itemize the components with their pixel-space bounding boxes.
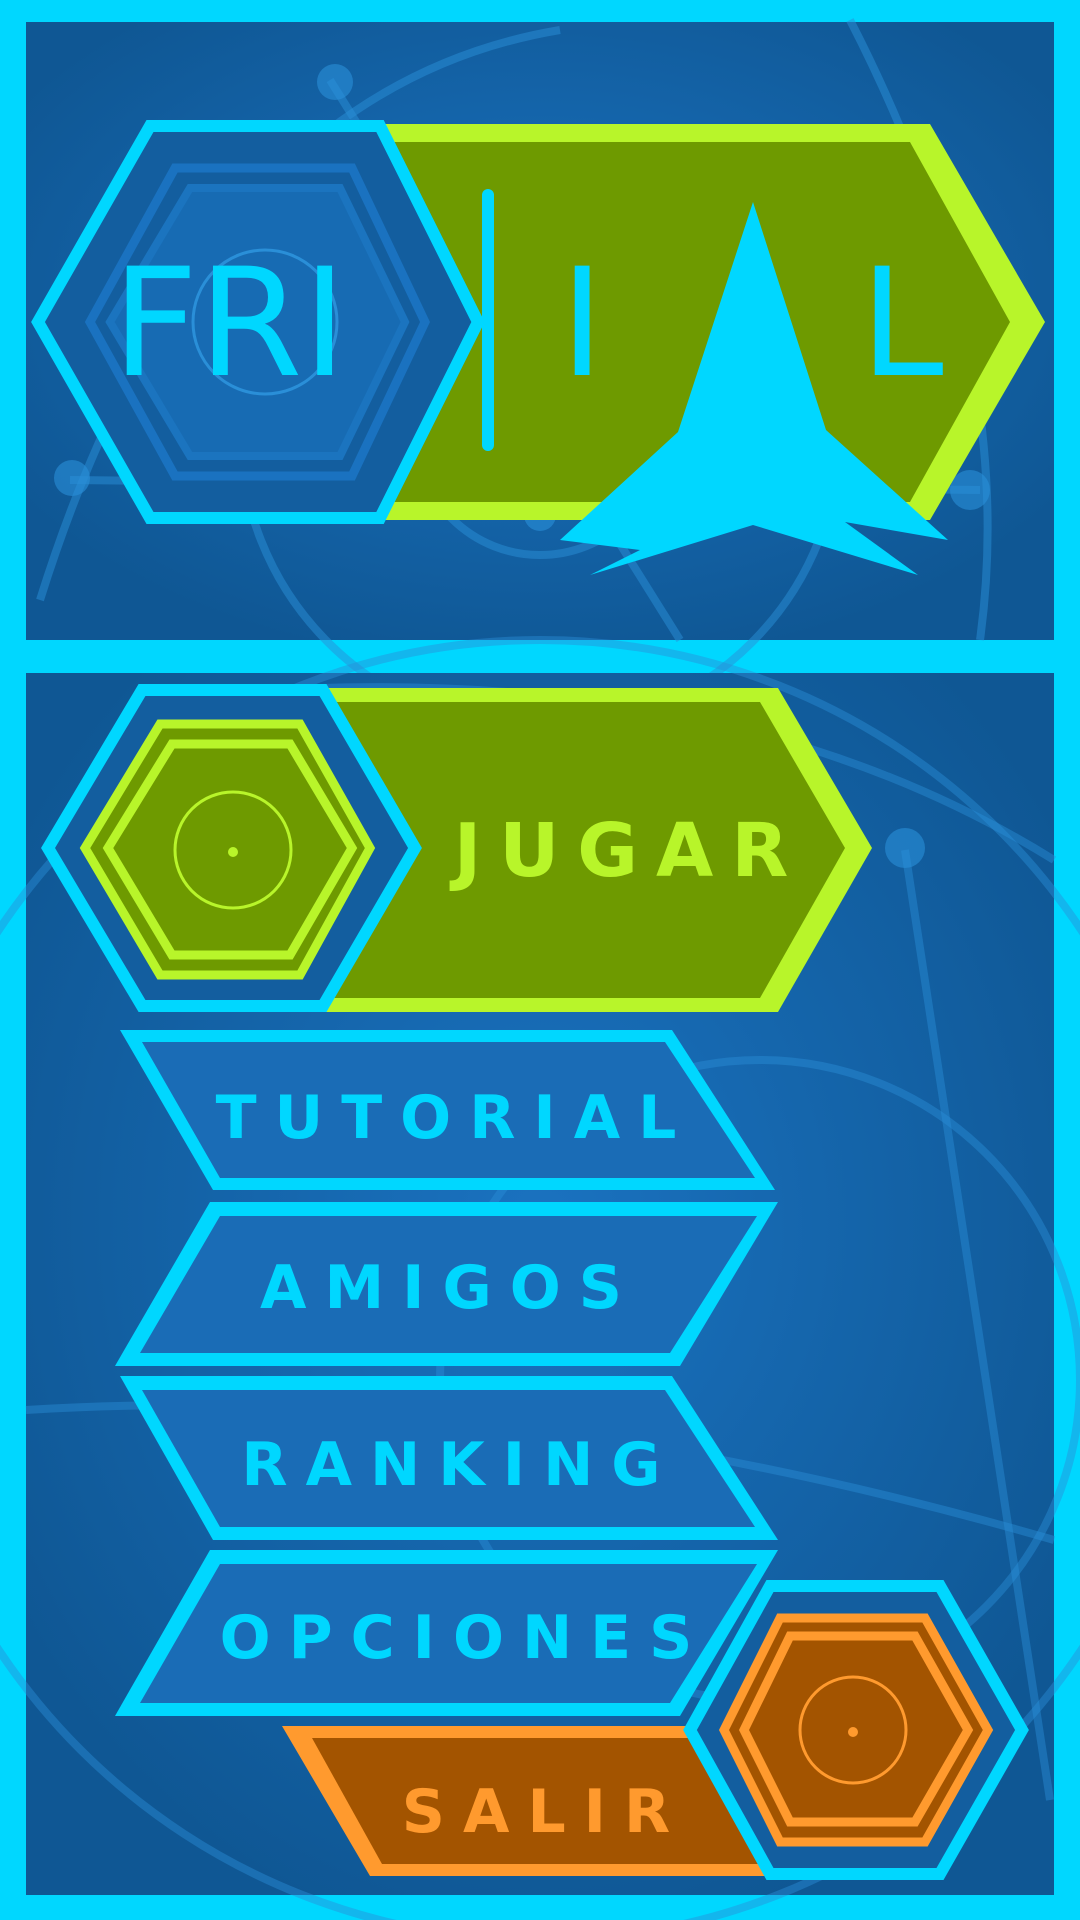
ranking-label: RANKING xyxy=(241,1430,678,1500)
exit-label: SALIR xyxy=(402,1777,688,1847)
ranking-button[interactable]: RANKING xyxy=(120,1376,778,1540)
play-label: JUGAR xyxy=(449,808,807,894)
tutorial-label: TUTORIAL xyxy=(216,1083,695,1153)
title-panel: FRI I L xyxy=(26,18,1054,734)
main-menu-screen: FRI I L JUGAR TUTORIAL AMIGOS RANKING OP… xyxy=(0,0,1080,1920)
options-button[interactable]: OPCIONES xyxy=(115,1550,778,1716)
friends-button[interactable]: AMIGOS xyxy=(115,1202,778,1366)
tutorial-button[interactable]: TUTORIAL xyxy=(120,1030,775,1190)
play-button[interactable]: JUGAR xyxy=(41,684,872,1012)
options-label: OPCIONES xyxy=(220,1603,711,1673)
title-text-left: FRI xyxy=(112,237,347,411)
title-letter-l: L xyxy=(860,237,944,411)
friends-label: AMIGOS xyxy=(260,1253,640,1323)
title-letter-i: I xyxy=(560,237,604,411)
